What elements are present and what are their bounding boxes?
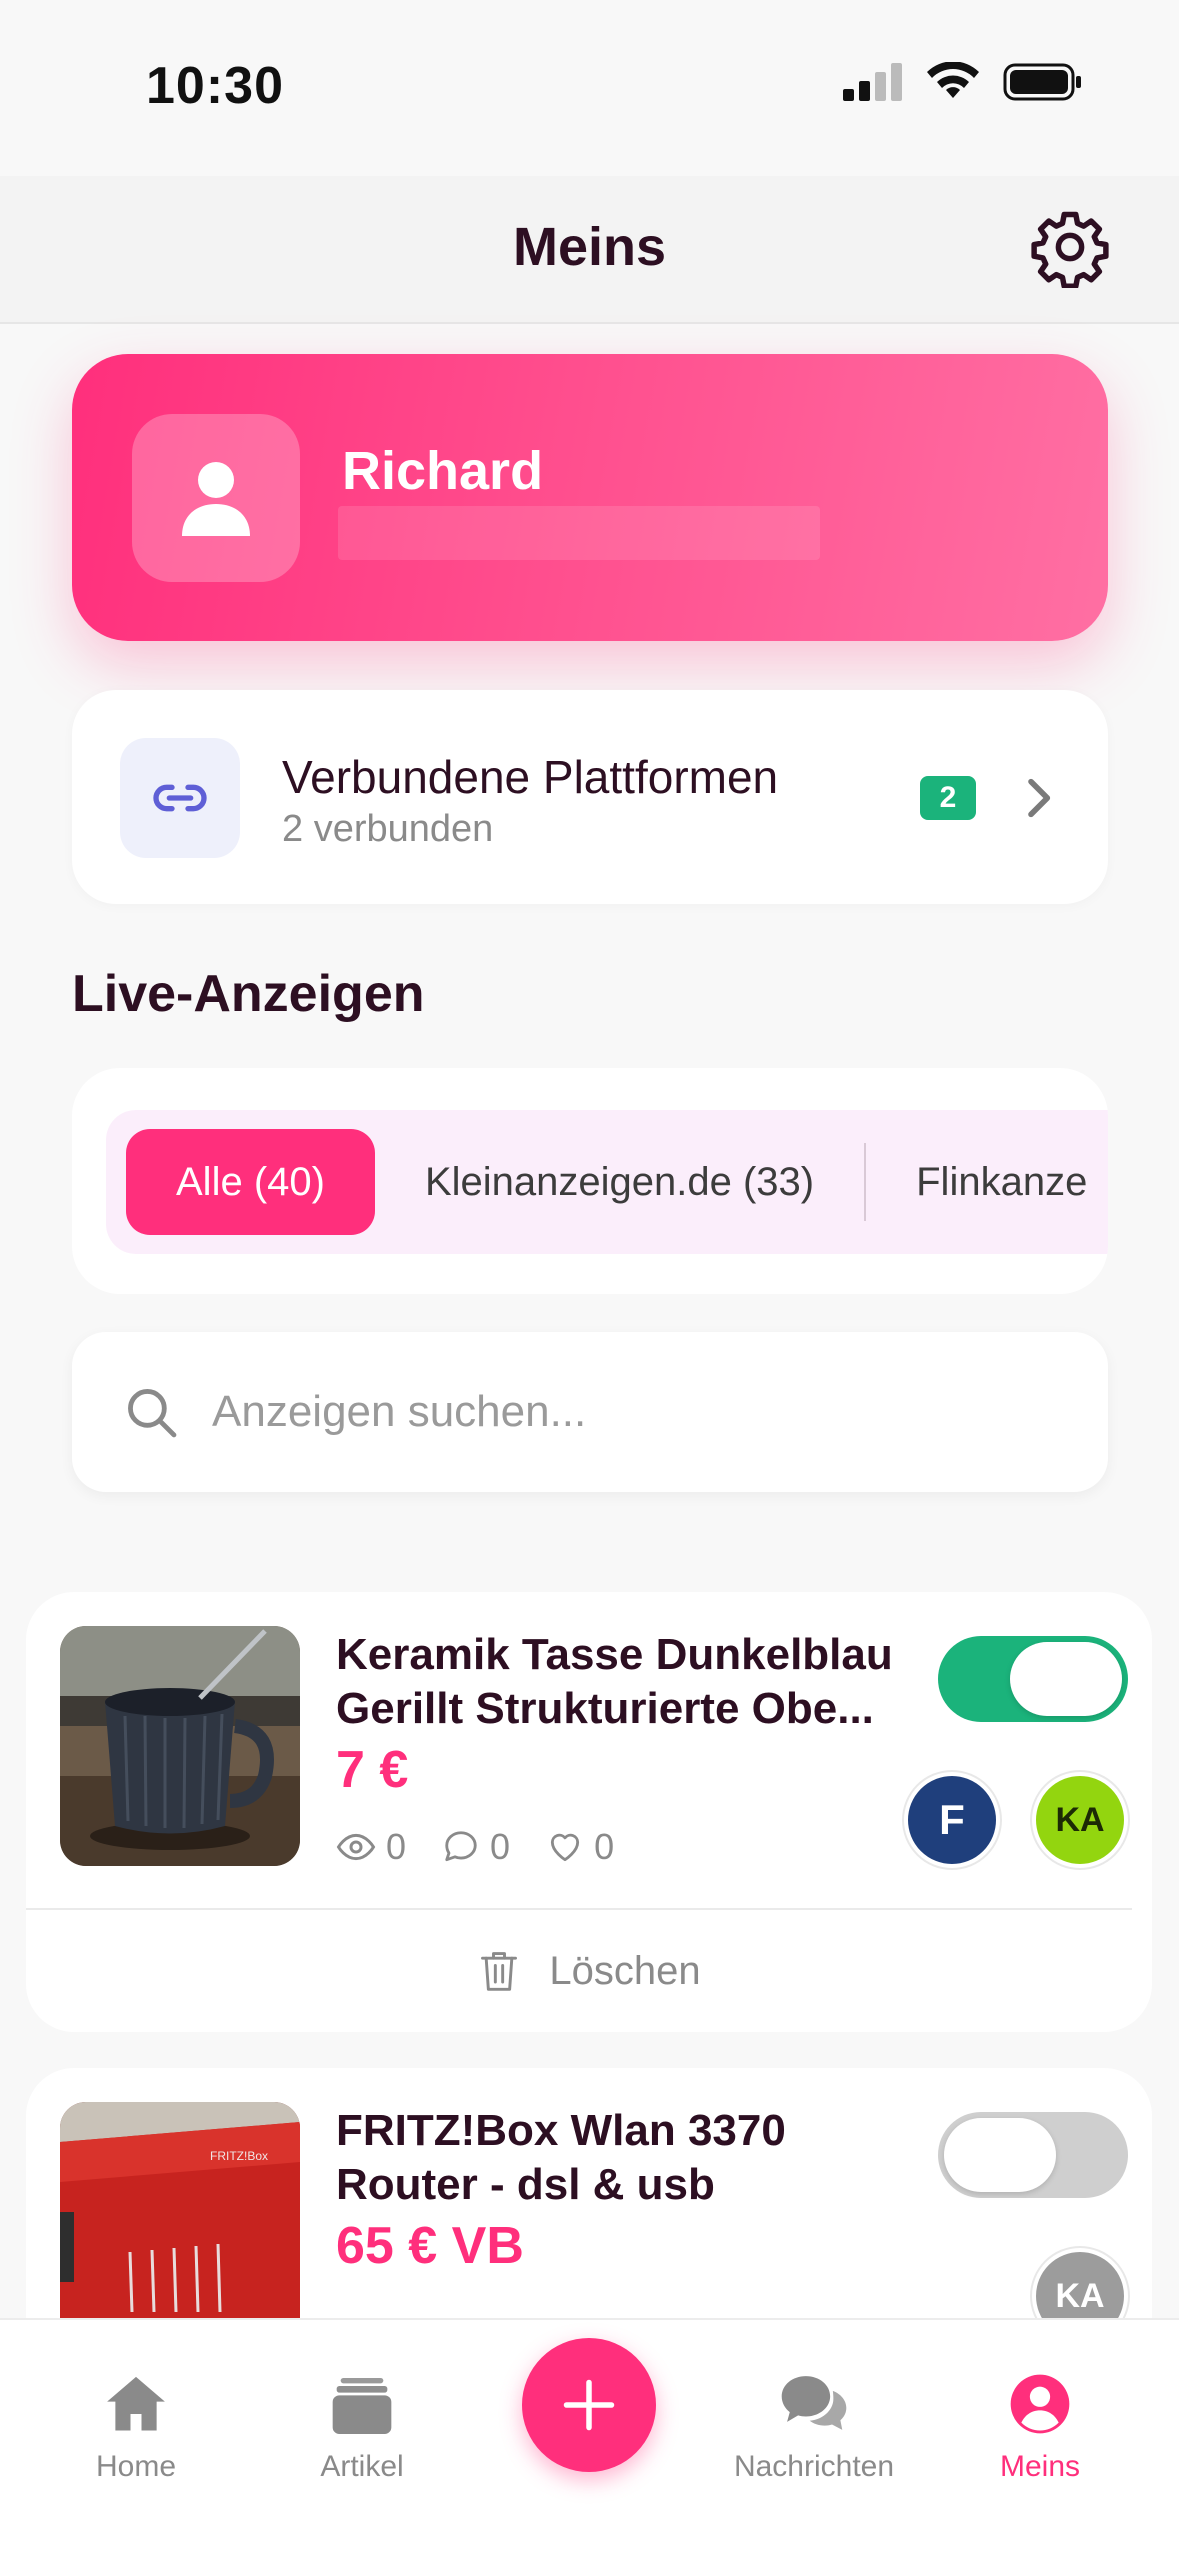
toggle-knob — [1010, 1642, 1122, 1716]
platform-badge-f: F — [904, 1772, 1000, 1868]
search-box[interactable] — [72, 1332, 1108, 1492]
profile-card[interactable]: Richard — [72, 354, 1108, 641]
status-bar: 10:30 — [0, 0, 1179, 176]
tab-nachrichten-label: Nachrichten — [733, 2450, 895, 2483]
wifi-icon — [927, 62, 979, 98]
trash-icon — [481, 1952, 518, 1991]
chat-icon — [781, 2376, 847, 2430]
platforms-count-badge: 2 — [920, 776, 976, 820]
search-icon — [128, 1389, 177, 1438]
status-icons — [843, 62, 1083, 102]
platforms-subtitle: 2 verbunden — [282, 808, 494, 850]
delete-label: Löschen — [549, 1948, 701, 1993]
delete-button[interactable]: Löschen — [26, 1910, 1152, 2032]
svg-text:FRITZ!Box: FRITZ!Box — [210, 2149, 268, 2163]
tab-home-label: Home — [95, 2450, 177, 2483]
stack-icon — [332, 2378, 392, 2434]
tab-meins[interactable]: Meins — [930, 2358, 1150, 2484]
likes-count: 0 — [594, 1826, 615, 1867]
user-circle-icon — [1010, 2374, 1070, 2434]
nav-header: Meins — [0, 176, 1179, 324]
listing-price: 7 € — [336, 1741, 409, 1799]
listing-price: 65 € VB — [336, 2217, 524, 2275]
plus-icon — [563, 2379, 615, 2431]
listing-card[interactable]: Keramik Tasse Dunkelblau Gerillt Struktu… — [26, 1592, 1152, 2032]
chevron-right-icon — [1028, 778, 1051, 818]
tab-artikel-label: Artikel — [320, 2450, 404, 2483]
heart-icon — [550, 1833, 580, 1862]
page-title: Meins — [512, 217, 667, 277]
listing-title: Keramik Tasse Dunkelblau Gerillt Struktu… — [336, 1630, 893, 1733]
connected-platforms-card[interactable]: Verbundene Plattformen 2 verbunden 2 — [72, 690, 1108, 904]
tab-nachrichten[interactable]: Nachrichten — [704, 2358, 924, 2484]
filter-chip-all[interactable]: Alle (40) — [126, 1129, 375, 1235]
listing-stats: 0 0 0 — [336, 1826, 636, 1868]
tab-meins-label: Meins — [999, 2450, 1081, 2483]
settings-gear-icon[interactable] — [1029, 206, 1111, 288]
status-time: 10:30 — [146, 57, 284, 115]
profile-email-redacted — [338, 506, 820, 560]
filter-chip-kleinanzeigen[interactable]: Kleinanzeigen.de (33) — [375, 1129, 864, 1235]
listing-thumbnail-mug[interactable] — [60, 1626, 300, 1866]
listing-active-toggle[interactable] — [938, 1636, 1128, 1722]
home-icon — [107, 2376, 165, 2431]
likes-stat: 0 — [546, 1826, 614, 1868]
filter-card: Alle (40) Kleinanzeigen.de (33) Flinkanz… — [72, 1068, 1108, 1294]
listing-thumbnail-router[interactable]: FRITZ!Box — [60, 2102, 300, 2342]
profile-name: Richard — [342, 441, 544, 501]
eye-icon — [336, 1833, 376, 1861]
tab-artikel[interactable]: Artikel — [252, 2358, 472, 2484]
platform-badge-ka: KA — [1032, 1772, 1128, 1868]
views-count: 0 — [386, 1826, 407, 1867]
listing-active-toggle[interactable] — [938, 2112, 1128, 2198]
section-title: Live-Anzeigen — [72, 965, 425, 1023]
listing-title: FRITZ!Box Wlan 3370 Router - dsl & usb — [336, 2106, 786, 2209]
avatar — [132, 414, 300, 582]
toggle-knob — [944, 2118, 1056, 2192]
tab-bar: Home Artikel Nachrichten Meins — [0, 2318, 1179, 2556]
cellular-signal-icon — [843, 63, 902, 101]
link-icon — [153, 784, 207, 812]
add-listing-button[interactable] — [522, 2338, 656, 2472]
views-stat: 0 — [336, 1826, 406, 1868]
comments-stat: 0 — [442, 1826, 510, 1868]
search-input[interactable] — [212, 1387, 1012, 1437]
battery-icon — [1003, 63, 1081, 101]
platforms-title: Verbundene Plattformen — [282, 751, 779, 803]
user-icon — [182, 462, 250, 536]
filter-chip-flinkanzeigen[interactable]: Flinkanze — [866, 1129, 1108, 1235]
comments-count: 0 — [490, 1826, 511, 1867]
link-tile — [120, 738, 240, 858]
tab-home[interactable]: Home — [26, 2358, 246, 2484]
comment-icon — [445, 1831, 477, 1862]
filter-chip-strip[interactable]: Alle (40) Kleinanzeigen.de (33) Flinkanz… — [106, 1110, 1108, 1254]
